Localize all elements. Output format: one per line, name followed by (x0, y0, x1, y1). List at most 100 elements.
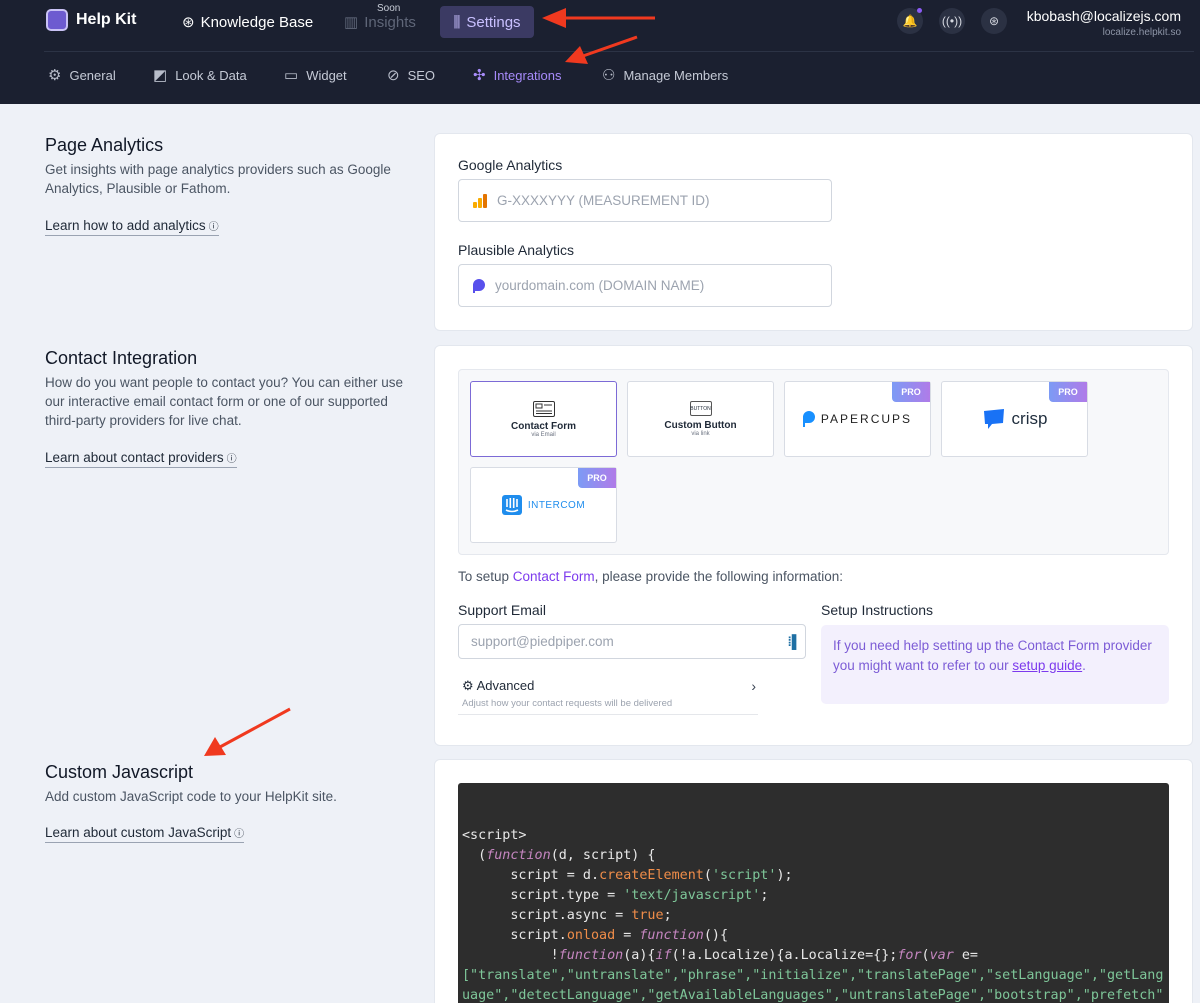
notifications-button[interactable]: 🔔 (897, 8, 923, 34)
subnav-label: General (69, 67, 116, 83)
support-email-input[interactable]: support@piedpiper.com ⁞▌ (458, 624, 806, 659)
code-token: ); (776, 868, 793, 883)
code-token: 'script' (711, 868, 777, 883)
advanced-settings[interactable]: ⚙ Advanced Adjust how your contact reque… (458, 672, 758, 715)
code-token: (a){ (623, 948, 656, 963)
info-icon: ⓘ (208, 222, 219, 233)
user-site: localize.helpkit.so (1102, 27, 1181, 38)
button-icon: BUTTON (689, 401, 712, 416)
page-analytics-description: Get insights with page analytics provide… (45, 162, 391, 196)
users-icon: ⚇ (602, 67, 616, 84)
help-button[interactable]: ⊛ (981, 8, 1007, 34)
bar-chart-icon: ▥ (344, 14, 359, 31)
provider-custom-button-title: Custom Button (664, 420, 737, 431)
learn-custom-js-link[interactable]: Learn about custom JavaScript ⓘ (45, 825, 245, 843)
setup-instructions-end: . (1082, 657, 1086, 673)
contact-integration-title: Contact Integration (45, 348, 198, 368)
subnav-manage-members[interactable]: ⚇ Manage Members (602, 66, 728, 84)
nav-knowledge-base-label: Knowledge Base (200, 13, 314, 31)
google-analytics-label: Google Analytics (458, 157, 563, 173)
page-analytics-card: Google Analytics G-XXXXYYY (MEASUREMENT … (435, 134, 1192, 330)
support-email-placeholder: support@piedpiper.com (471, 634, 614, 649)
plausible-analytics-label: Plausible Analytics (458, 242, 574, 258)
autofill-icon[interactable]: ⁞▌ (787, 634, 801, 649)
page-analytics-title: Page Analytics (45, 135, 164, 155)
crisp-name: crisp (1011, 409, 1048, 428)
code-token: script.type = (462, 888, 624, 903)
broadcast-icon: ((•)) (941, 14, 963, 28)
subnav-label: Look & Data (175, 67, 247, 83)
setup-instructions-text: If you need help setting up the Contact … (833, 638, 1152, 673)
code-token: for (897, 948, 922, 963)
palette-icon: ◩ (153, 67, 168, 84)
code-token: var (929, 948, 954, 963)
brand-logo[interactable]: Help Kit (46, 9, 136, 31)
provider-papercups[interactable]: PRO PAPERCUPS (784, 381, 931, 457)
subnav-seo[interactable]: ⊘ SEO (387, 66, 435, 84)
subnav-label: SEO (407, 67, 436, 83)
contact-form-link[interactable]: Contact Form (513, 569, 595, 584)
setup-note: To setup Contact Form, please provide th… (458, 569, 843, 584)
plausible-icon (473, 278, 485, 293)
widget-icon: ▭ (284, 67, 299, 84)
pro-badge: PRO (892, 382, 930, 402)
learn-custom-js-label: Learn about custom JavaScript (45, 825, 232, 840)
subnav-label: Widget (306, 67, 347, 83)
provider-custom-button[interactable]: BUTTON Custom Button via link (627, 381, 774, 457)
code-line: uage","detectLanguage","getAvailableLang… (462, 988, 1164, 1003)
broadcast-button[interactable]: ((•)) (939, 8, 965, 34)
provider-crisp[interactable]: PRO crisp (941, 381, 1088, 457)
gear-icon: ⚙ (48, 67, 62, 84)
brand-name: Help Kit (76, 11, 137, 28)
code-token: (d, script) { (550, 848, 656, 863)
code-token: ; (760, 888, 769, 903)
code-token: function (558, 948, 624, 963)
subnav-look-data[interactable]: ◩ Look & Data (153, 66, 247, 84)
support-email-label: Support Email (458, 602, 546, 618)
code-line: <script> (462, 828, 527, 843)
helpkit-logo-icon (46, 9, 68, 31)
notification-dot (917, 8, 922, 13)
subnav-widget[interactable]: ▭ Widget (284, 66, 347, 84)
custom-javascript-description: Add custom JavaScript code to your HelpK… (45, 789, 337, 804)
setup-guide-link[interactable]: setup guide (1012, 658, 1082, 673)
subnav-label: Manage Members (623, 67, 729, 83)
provider-contact-form[interactable]: Contact Form via Email (470, 381, 617, 457)
soon-badge: Soon (377, 3, 401, 14)
learn-contact-label: Learn about contact providers (45, 450, 224, 465)
learn-contact-link[interactable]: Learn about contact providers ⓘ (45, 450, 237, 468)
nav-insights-label: Insights (364, 13, 416, 31)
advanced-subtitle: Adjust how your contact requests will be… (462, 698, 673, 709)
nav-divider (44, 51, 1194, 52)
chevron-right-icon: › (751, 678, 756, 694)
nav-knowledge-base[interactable]: ⊛ Knowledge Base (182, 6, 313, 38)
custom-javascript-card: <script> (function(d, script) { script =… (435, 760, 1192, 1003)
code-token: script.async = (462, 908, 632, 923)
intercom-name: INTERCOM (527, 499, 586, 511)
intercom-icon (501, 495, 522, 515)
subnav-general[interactable]: ⚙ General (48, 66, 116, 84)
learn-analytics-link[interactable]: Learn how to add analytics ⓘ (45, 218, 219, 236)
google-analytics-input[interactable]: G-XXXXYYY (MEASUREMENT ID) (458, 179, 832, 222)
code-token: e= (953, 948, 978, 963)
papercups-icon (802, 411, 815, 427)
setup-note-suffix: , please provide the following informati… (594, 569, 843, 584)
user-email[interactable]: kbobash@localizejs.com (1027, 8, 1181, 24)
sliders-icon: ⫼ (453, 13, 461, 31)
plausible-analytics-placeholder: yourdomain.com (DOMAIN NAME) (495, 278, 705, 293)
code-token: (!a.Localize){a.Localize={}; (671, 948, 898, 963)
top-navigation: Help Kit ⊛ Knowledge Base Soon ▥ Insight… (0, 0, 1200, 104)
code-token: = (615, 928, 640, 943)
provider-grid: Contact Form via Email BUTTON Custom But… (458, 369, 1169, 555)
nav-settings[interactable]: ⫼ Settings (440, 6, 534, 38)
lifebuoy-icon: ⊛ (182, 14, 195, 31)
custom-javascript-title: Custom Javascript (45, 762, 194, 782)
provider-intercom[interactable]: PRO INTERCOM (470, 467, 617, 543)
code-editor[interactable]: <script> (function(d, script) { script =… (458, 783, 1169, 1003)
code-token: true (631, 908, 664, 923)
plausible-analytics-input[interactable]: yourdomain.com (DOMAIN NAME) (458, 264, 832, 307)
code-token: ; (663, 908, 672, 923)
nav-insights[interactable]: Soon ▥ Insights (344, 3, 416, 38)
pro-badge: PRO (578, 468, 616, 488)
subnav-integrations[interactable]: ✣ Integrations (473, 66, 562, 84)
